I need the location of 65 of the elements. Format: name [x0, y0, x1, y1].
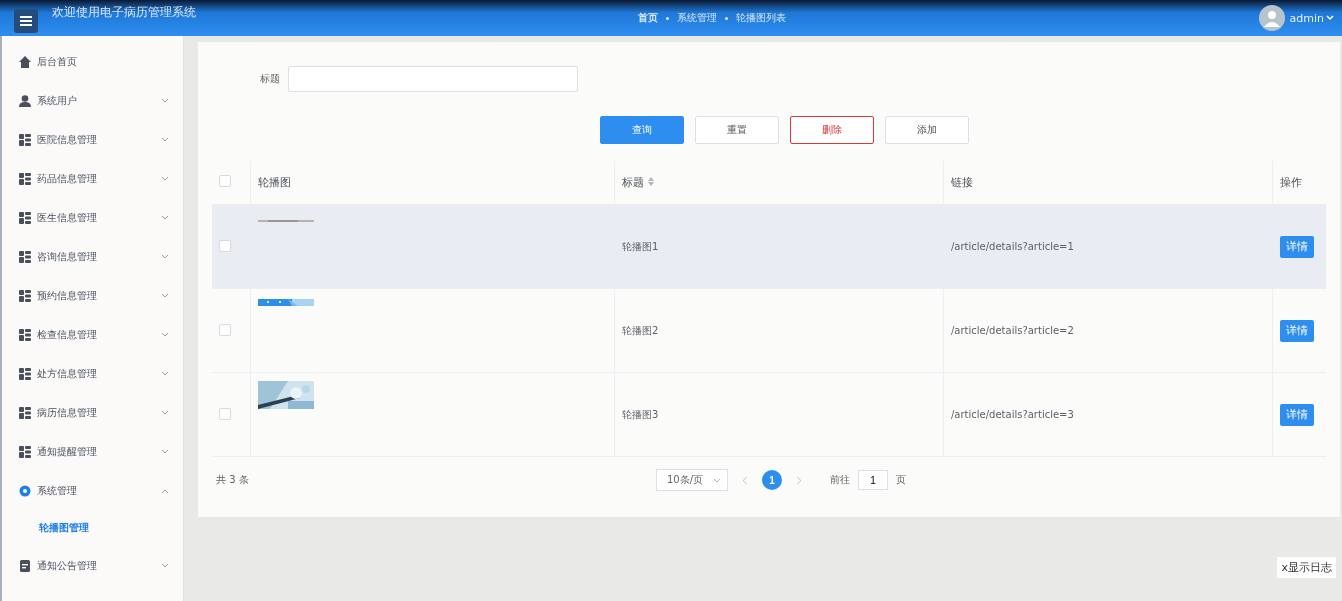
breadcrumb-link[interactable]: 轮播图列表 [736, 11, 786, 25]
row-checkbox[interactable] [219, 407, 231, 420]
menu-icon [20, 16, 32, 26]
sidebar-item[interactable]: 药品信息管理 [2, 159, 183, 198]
sidebar-item[interactable]: 病历信息管理 [2, 393, 183, 432]
row-checkbox[interactable] [219, 323, 231, 336]
column-header: 操作 [1280, 176, 1302, 189]
sidebar-item[interactable]: 通知提醒管理 [2, 432, 183, 471]
sidebar-item[interactable]: 通知公告管理 [2, 546, 183, 585]
page-size-select[interactable]: 10条/页 [656, 469, 729, 491]
grid-icon [19, 172, 31, 185]
sidebar-item[interactable]: 医生信息管理 [2, 198, 183, 237]
column-header: 标题 [622, 176, 644, 189]
table-cell: 轮播图2 [622, 324, 659, 336]
select-all-checkbox[interactable] [219, 175, 231, 187]
table-cell: /article/details?article=2 [951, 325, 1074, 336]
person-icon [19, 94, 31, 107]
column-header: 轮播图 [258, 176, 291, 189]
grid-icon [19, 406, 31, 419]
grid-icon [19, 367, 31, 380]
page-unit: 页 [896, 473, 907, 487]
action-button[interactable]: 重置 [694, 116, 779, 144]
show-log-button[interactable]: x显示日志 [1277, 557, 1336, 578]
sidebar-item[interactable]: 系统管理 [2, 471, 183, 510]
sidebar-item[interactable]: 医院信息管理 [2, 120, 183, 159]
sidebar-subitem[interactable]: 轮播图管理 [2, 510, 183, 546]
sidebar-item[interactable]: 系统用户 [2, 81, 183, 120]
title-input[interactable] [288, 66, 578, 92]
sidebar-item[interactable]: 咨询信息管理 [2, 237, 183, 276]
table-cell: /article/details?article=1 [951, 241, 1074, 252]
menu-button[interactable] [14, 9, 38, 33]
next-page-icon[interactable] [796, 475, 803, 485]
sort-icon[interactable] [648, 177, 654, 186]
delete-button[interactable]: 删除 [789, 116, 874, 144]
grid-icon [19, 133, 31, 146]
total-count: 共 3 条 [215, 473, 250, 487]
sidebar-item[interactable]: 检查信息管理 [2, 315, 183, 354]
grid-icon [19, 445, 31, 458]
separator-dot [666, 16, 669, 20]
grid-icon [19, 250, 31, 263]
caret-icon [1326, 15, 1334, 21]
column-header: 链接 [951, 176, 973, 189]
previous-page-icon[interactable] [742, 475, 749, 485]
sidebar-item[interactable]: 后台首页 [2, 42, 183, 81]
sidebar-item[interactable]: 处方信息管理 [2, 354, 183, 393]
goto-label: 前往 [830, 473, 851, 487]
table-cell: 轮播图3 [622, 408, 659, 420]
table-cell: /article/details?article=3 [951, 409, 1074, 420]
sidebar-item[interactable]: 预约信息管理 [2, 276, 183, 315]
grid-icon [19, 289, 31, 302]
house-icon [19, 55, 31, 68]
action-button[interactable]: 添加 [884, 116, 969, 144]
user-menu[interactable]: admin [1289, 11, 1334, 25]
document-icon [19, 559, 31, 572]
caret-icon [713, 477, 722, 483]
separator-dot [725, 16, 728, 20]
breadcrumb-link[interactable]: 系统管理 [677, 11, 717, 25]
page-input[interactable]: 1 [858, 470, 889, 490]
app-title: 欢迎使用电子病历管理系统 [52, 3, 196, 21]
grid-icon [19, 328, 31, 341]
table-cell: 轮播图1 [622, 240, 659, 252]
row-checkbox[interactable] [219, 239, 231, 252]
field-label: 标题 [260, 72, 280, 86]
avatar [1258, 5, 1285, 31]
grid-icon [19, 211, 31, 224]
